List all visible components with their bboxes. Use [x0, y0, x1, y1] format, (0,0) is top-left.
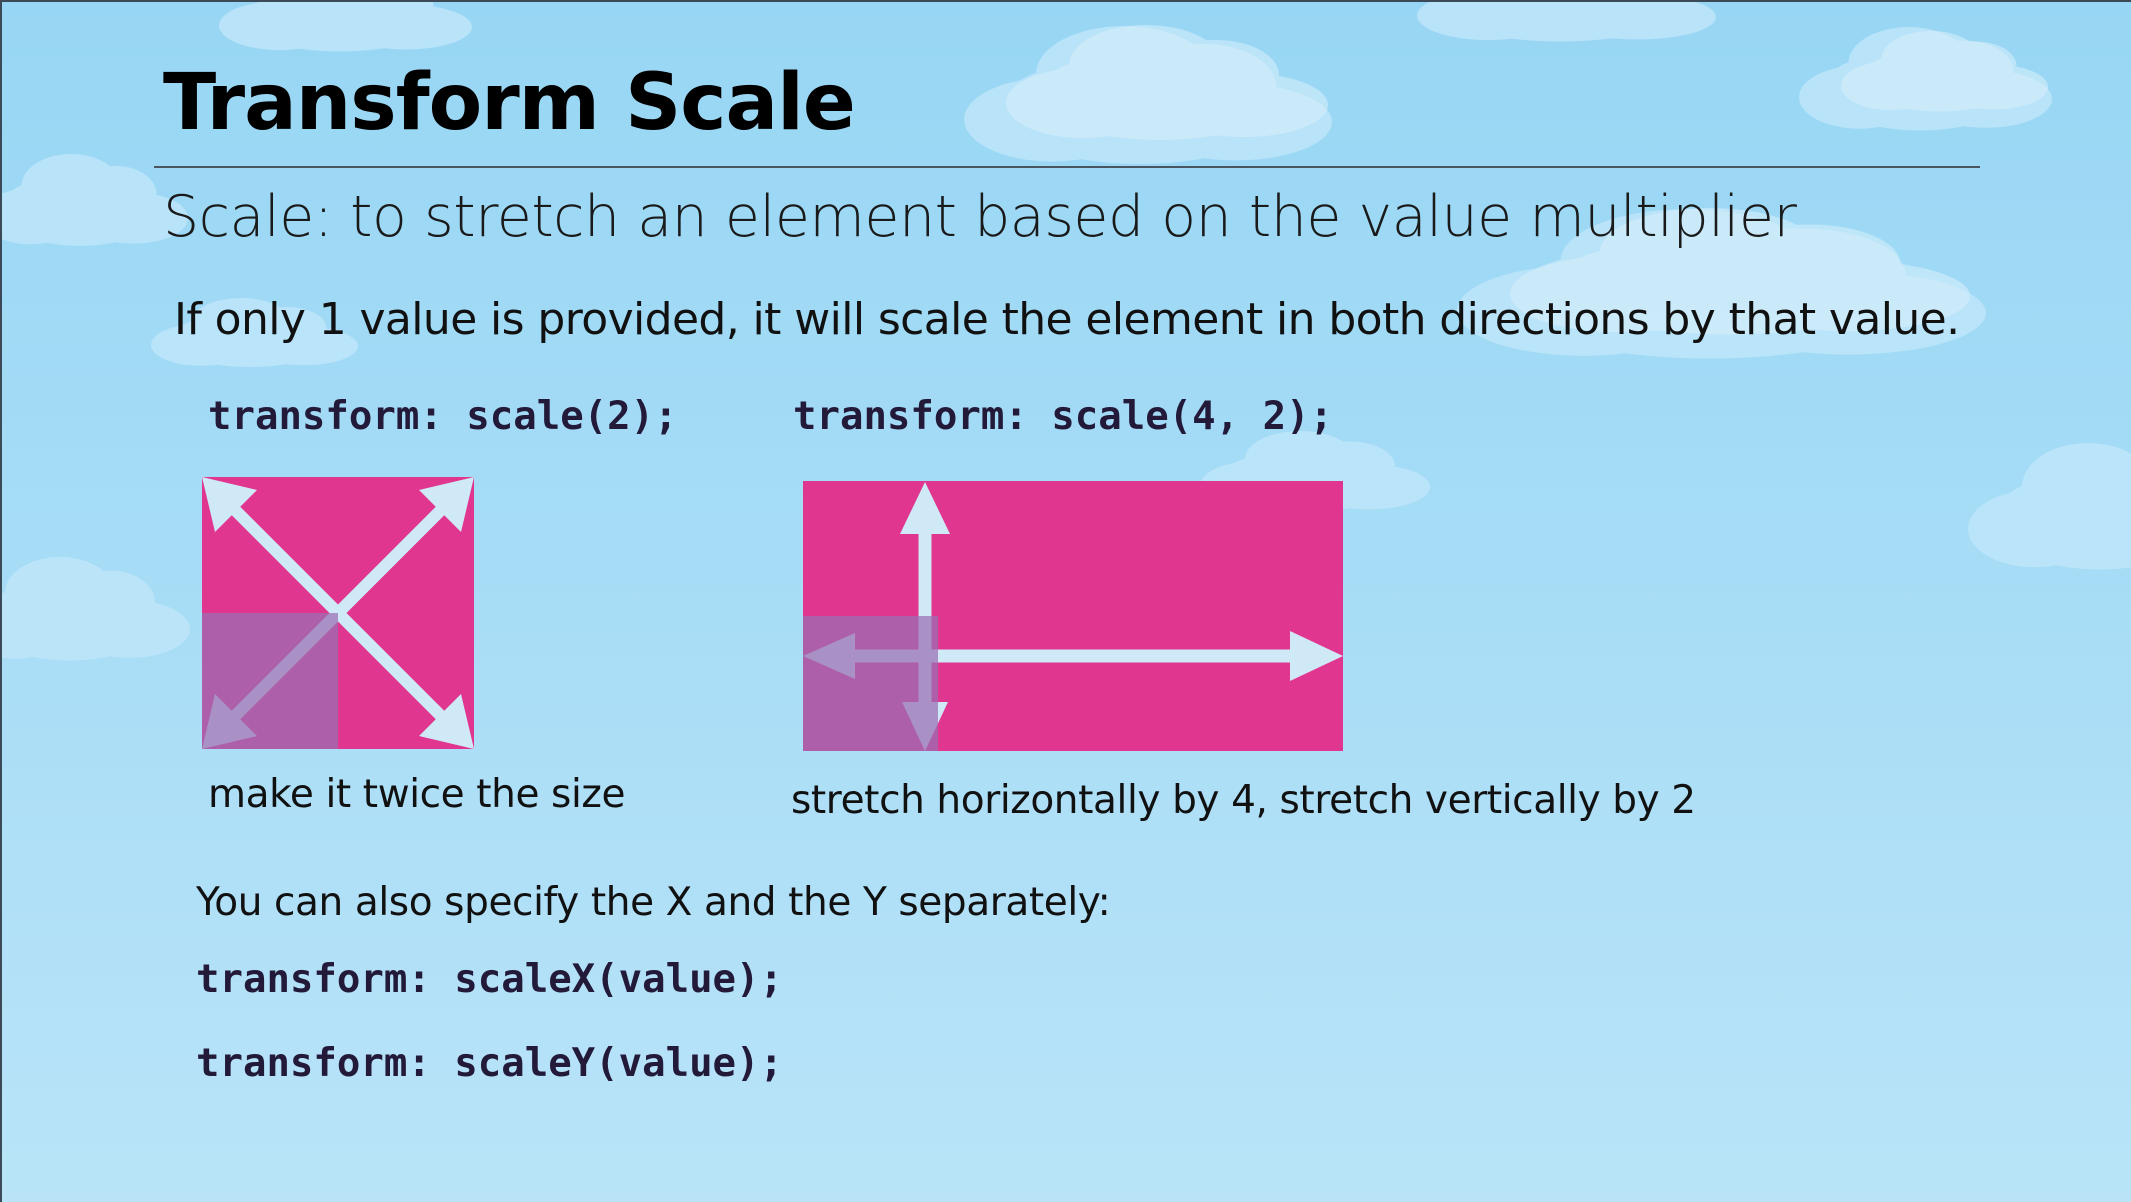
caption-example-1: make it twice the size [208, 772, 626, 817]
original-box [803, 616, 938, 751]
scaley-code: transform: scaleY(value); [196, 1041, 783, 1086]
horizontal-vertical-arrows-diagram [803, 481, 1343, 751]
slide-title: Transform Scale [163, 58, 856, 148]
original-box [202, 613, 338, 749]
scale-code-example-1: transform: scale(2); [208, 394, 678, 439]
caption-example-2: stretch horizontally by 4, stretch verti… [791, 778, 1696, 823]
separate-axes-text: You can also specify the X and the Y sep… [196, 880, 1111, 925]
title-divider [154, 166, 1980, 168]
scale-code-example-2: transform: scale(4, 2); [793, 394, 1334, 439]
intro-text: If only 1 value is provided, it will sca… [174, 294, 1960, 345]
slide-subtitle: Scale: to stretch an element based on th… [163, 184, 1797, 250]
diagonal-arrows-diagram [202, 477, 474, 749]
scalex-code: transform: scaleX(value); [196, 957, 783, 1002]
